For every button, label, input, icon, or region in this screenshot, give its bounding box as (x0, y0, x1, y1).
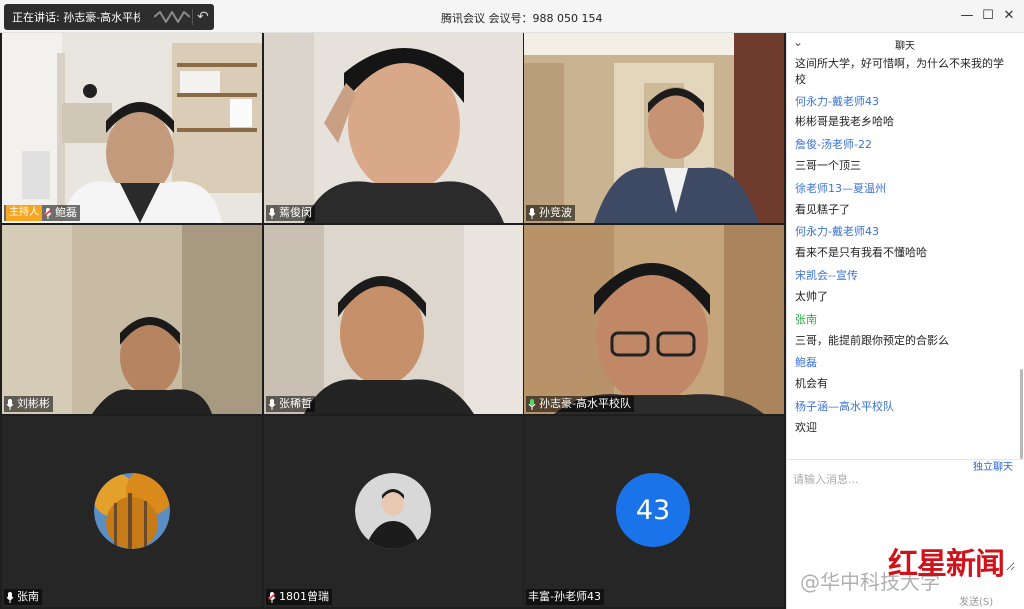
mic-active-icon (528, 398, 536, 410)
chat-sender: 杨子涵—高水平校队 (795, 400, 894, 413)
participant-video (2, 33, 262, 223)
mic-icon (6, 591, 14, 603)
title-bar: 正在讲话: 孙志豪-高水平校队; ↶ 腾讯会议 会议号：988 050 154 … (0, 0, 1024, 33)
mic-icon (6, 398, 14, 410)
video-tile[interactable]: 张南 (2, 416, 262, 607)
chat-sender: 詹俊-汤老师-22 (795, 138, 872, 151)
participant-label: 张稀哲 (266, 396, 315, 412)
send-button[interactable]: 发送(S) (959, 593, 993, 608)
chat-sender: 徐老师13—夏温州 (795, 182, 886, 195)
audio-wave-icon (154, 11, 190, 23)
maximize-button[interactable]: ☐ (979, 7, 997, 25)
close-button[interactable]: ✕ (1000, 7, 1018, 25)
video-tile[interactable]: 主持人 鲍磊 (2, 33, 262, 223)
participant-name: 孙竞波 (539, 206, 572, 219)
meeting-title: 腾讯会议 会议号：988 050 154 (441, 12, 603, 25)
participant-label: 刘彬彬 (4, 396, 53, 412)
chat-messages: 这间所大学，好可惜啊，为什么不来我的学 校 何永力-戴老师43 彬彬哥是我老乡哈… (787, 55, 1024, 459)
participant-video (524, 33, 784, 223)
video-tile[interactable]: 蔫俊闵 (264, 33, 523, 223)
participant-name: 鲍磊 (55, 206, 77, 219)
chat-sender: 鲍磊 (795, 356, 817, 369)
participant-video (264, 33, 523, 223)
participant-label: 张南 (4, 589, 42, 605)
chat-scrollbar[interactable] (1020, 369, 1023, 459)
participant-name: 张稀哲 (279, 397, 312, 410)
chat-message-body: 机会有 (795, 377, 828, 390)
meeting-window: 正在讲话: 孙志豪-高水平校队; ↶ 腾讯会议 会议号：988 050 154 … (0, 0, 1024, 609)
video-tile[interactable]: 刘彬彬 (2, 225, 262, 414)
chat-panel: ⌄ 聊天 这间所大学，好可惜啊，为什么不来我的学 校 何永力-戴老师43 彬彬哥… (786, 33, 1024, 609)
participant-name: 孙志豪-高水平校队 (539, 397, 631, 410)
chat-message-body: 这间所大学，好可惜啊，为什么不来我的学 (795, 57, 1004, 70)
chat-message-body: 彬彬哥是我老乡哈哈 (795, 115, 894, 128)
active-speaker-label: 正在讲话: 孙志豪-高水平校队; (12, 11, 140, 24)
chat-title: 聊天 (895, 41, 915, 52)
participant-avatar: 43 (616, 473, 690, 547)
chat-header: ⌄ 聊天 (787, 33, 1024, 55)
participant-label: 蔫俊闵 (266, 205, 315, 221)
active-speaker-indicator: 正在讲话: 孙志豪-高水平校队; ↶ (4, 4, 214, 30)
chat-message-body: 三哥，能提前跟你预定的合影么 (795, 334, 949, 347)
divider (192, 9, 193, 25)
mic-icon (44, 207, 52, 219)
collapse-chevron-icon[interactable]: ⌄ (793, 35, 803, 49)
chat-sender: 何永力-戴老师43 (795, 95, 879, 108)
chat-sender: 宋凯会--宣传 (795, 269, 858, 282)
participant-label: 孙志豪-高水平校队 (526, 396, 634, 412)
participant-name: 丰富-孙老师43 (528, 590, 601, 603)
video-tile[interactable]: 孙竞波 (524, 33, 784, 223)
chat-sender: 何永力-戴老师43 (795, 225, 879, 238)
video-tile[interactable]: 43 丰富-孙老师43 (524, 416, 784, 607)
chat-message-body: 欢迎 (795, 421, 817, 434)
chat-message-body: 三哥一个顶三 (795, 159, 861, 172)
chat-message-body: 校 (795, 73, 806, 86)
participant-name: 刘彬彬 (17, 397, 50, 410)
participant-video (524, 225, 784, 414)
participant-label: 主持人 鲍磊 (4, 205, 80, 221)
chat-sender: 张南 (795, 313, 817, 326)
mic-icon (268, 398, 276, 410)
participant-name: 蔫俊闵 (279, 206, 312, 219)
participant-label: 1801曾瑞 (266, 589, 332, 605)
participant-avatar (94, 473, 170, 549)
participant-label: 孙竞波 (526, 205, 575, 221)
chat-message-body: 看来不是只有我看不懂哈哈 (795, 246, 927, 259)
participant-video (2, 225, 262, 414)
chat-message-body: 看见糕子了 (795, 203, 850, 216)
mic-icon (528, 207, 536, 219)
video-tile[interactable]: 孙志豪-高水平校队 (524, 225, 784, 414)
brand-watermark: 红星新闻 (888, 547, 1005, 582)
participant-video (264, 225, 523, 414)
participant-name: 张南 (17, 590, 39, 603)
video-grid: 主持人 鲍磊 蔫俊闵 孙竞波 刘彬彬 张稀哲 孙志豪-高水平校队 张南 1801… (0, 33, 786, 609)
host-badge: 主持人 (6, 205, 42, 221)
chat-message-body: 太帅了 (795, 290, 828, 303)
mic-muted-icon (268, 591, 276, 603)
back-arrow-icon[interactable]: ↶ (197, 8, 213, 26)
minimize-button[interactable]: — (958, 7, 976, 25)
video-tile[interactable]: 1801曾瑞 (264, 416, 523, 607)
participant-avatar (355, 473, 431, 549)
participant-name: 1801曾瑞 (279, 590, 329, 603)
mic-icon (268, 207, 276, 219)
video-tile[interactable]: 张稀哲 (264, 225, 523, 414)
participant-label: 丰富-孙老师43 (526, 589, 604, 605)
